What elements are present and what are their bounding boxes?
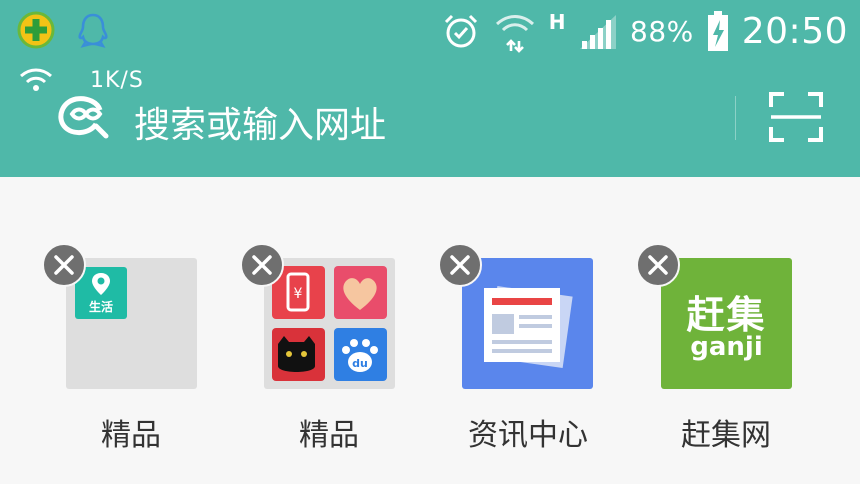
header: H 88% 20:50 1K/S 搜索或输入网址 <box>0 0 860 177</box>
wifi-icon <box>20 68 52 91</box>
svg-text:du: du <box>352 357 368 370</box>
tile-label[interactable]: 赶集网 <box>646 410 806 454</box>
clock: 20:50 <box>741 10 848 52</box>
life-badge-text: 生活 <box>88 300 113 314</box>
qq-icon <box>78 13 108 48</box>
security-app-icon <box>17 11 55 49</box>
tile-label[interactable]: 资讯中心 <box>448 410 608 454</box>
search-input[interactable]: 搜索或输入网址 <box>134 96 386 148</box>
alarm-icon <box>444 14 477 48</box>
network-type-label: H <box>548 10 567 34</box>
net-speed-label: 1K/S <box>90 67 144 93</box>
tile-news-center[interactable] <box>462 258 593 389</box>
remove-tile-button[interactable] <box>438 243 482 287</box>
tile-ganji[interactable]: 赶集 ganji <box>661 258 792 389</box>
wifi-data-icon <box>495 15 534 53</box>
ganji-logo-subtext: ganji <box>690 332 763 362</box>
divider <box>735 96 736 140</box>
tile-jingpin-life[interactable]: 生活 <box>66 258 197 389</box>
close-icon <box>54 255 74 275</box>
ganji-logo: 赶集 <box>686 293 767 337</box>
news-icon <box>484 286 573 368</box>
close-icon <box>450 255 470 275</box>
status-bar-right: H 88% 20:50 <box>441 6 848 56</box>
app-grid-icon: ¥ du <box>272 266 387 381</box>
location-pin-icon <box>92 273 110 295</box>
remove-tile-button[interactable] <box>240 243 284 287</box>
net-speed-indicator: 1K/S <box>18 64 144 96</box>
remove-tile-button[interactable] <box>42 243 86 287</box>
browser-logo-icon[interactable] <box>56 94 110 140</box>
close-icon <box>252 255 272 275</box>
remove-tile-button[interactable] <box>636 243 680 287</box>
signal-icon <box>580 15 617 49</box>
battery-percent: 88% <box>630 14 694 48</box>
battery-charging-icon <box>707 11 728 51</box>
tile-jingpin-apps[interactable]: ¥ du <box>264 258 395 389</box>
tile-label[interactable]: 精品 <box>51 410 211 454</box>
tile-label[interactable]: 精品 <box>249 410 409 454</box>
svg-text:¥: ¥ <box>294 286 303 302</box>
close-icon <box>648 255 668 275</box>
scan-qr-button[interactable] <box>768 91 824 143</box>
status-bar: H 88% 20:50 <box>0 0 860 62</box>
